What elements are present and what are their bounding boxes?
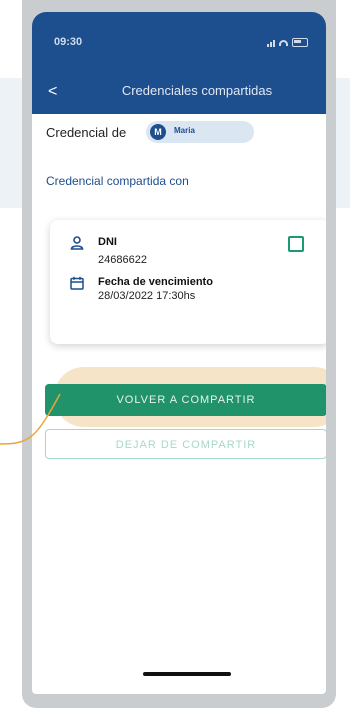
credential-owner-row: Credencial de M Maria bbox=[32, 116, 326, 148]
chevron-left-icon: < bbox=[48, 83, 58, 100]
avatar: M bbox=[150, 124, 166, 140]
calendar-icon bbox=[70, 276, 84, 290]
phone-frame: 09:30 < Credenciales compartidas Credenc… bbox=[22, 0, 336, 708]
checkbox-icon[interactable] bbox=[288, 236, 304, 252]
reshare-button[interactable]: VOLVER A COMPARTIR bbox=[45, 384, 326, 416]
user-name: Maria bbox=[174, 126, 195, 135]
expiry-label: Fecha de vencimiento bbox=[98, 276, 213, 288]
doc-type: DNI bbox=[98, 236, 117, 248]
home-indicator bbox=[143, 672, 231, 676]
credential-owner-label: Credencial de bbox=[46, 125, 127, 140]
page-title: Credenciales compartidas bbox=[121, 83, 273, 98]
status-bar: 09:30 bbox=[32, 12, 326, 70]
stop-sharing-button[interactable]: DEJAR DE COMPARTIR bbox=[45, 429, 326, 459]
expiry-value: 28/03/2022 17:30hs bbox=[98, 290, 196, 302]
shared-with-heading: Credencial compartida con bbox=[46, 174, 189, 188]
doc-number: 24686622 bbox=[98, 254, 147, 266]
battery-icon bbox=[292, 38, 308, 47]
user-chip[interactable]: M Maria bbox=[146, 121, 254, 143]
callout-connector bbox=[0, 393, 61, 445]
app-screen: 09:30 < Credenciales compartidas Credenc… bbox=[32, 12, 326, 694]
signal-icon bbox=[267, 39, 275, 47]
shared-credential-card: DNI 24686622 Fecha de vencimiento 28/03/… bbox=[50, 220, 326, 344]
back-button[interactable]: < bbox=[48, 80, 68, 104]
status-time: 09:30 bbox=[54, 36, 83, 48]
nav-bar: < Credenciales compartidas bbox=[32, 70, 326, 114]
user-icon bbox=[70, 236, 84, 250]
status-icons bbox=[267, 38, 308, 47]
wifi-icon bbox=[279, 39, 288, 46]
